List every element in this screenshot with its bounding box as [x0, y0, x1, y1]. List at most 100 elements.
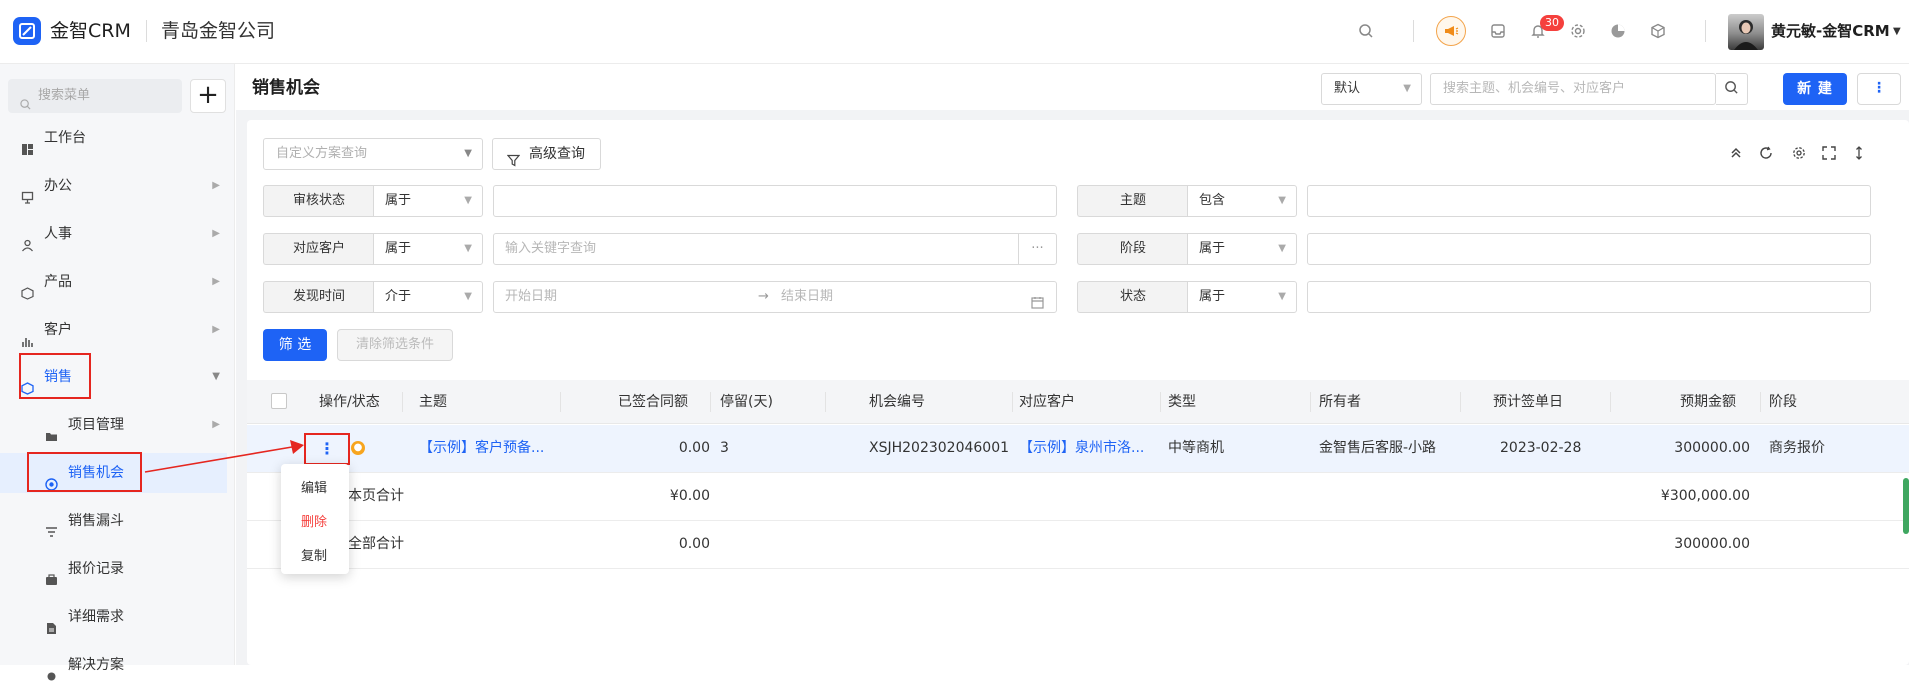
page-total-amount: ¥300,000.00	[1660, 488, 1750, 504]
highlight-box	[27, 452, 142, 492]
more-button[interactable]: ⋮	[1857, 73, 1901, 105]
gear-icon[interactable]	[1567, 20, 1589, 42]
range-arrow: →	[758, 289, 769, 304]
filter-op-stage[interactable]: 属于 ▼	[1187, 233, 1297, 265]
sidebar-search-input[interactable]: 搜索菜单	[8, 79, 182, 113]
filter-input-subject[interactable]	[1307, 185, 1871, 217]
filter-input-customer[interactable]: 输入关键字查询	[493, 233, 1019, 265]
cube-icon	[21, 276, 34, 300]
filter-op-audit-status[interactable]: 属于 ▼	[373, 185, 483, 217]
chevron-down-icon: ▼	[1278, 291, 1286, 302]
sidebar-item-workbench[interactable]: 工作台	[0, 118, 234, 158]
filter-input-status[interactable]	[1307, 281, 1871, 313]
column-divider	[1160, 392, 1161, 412]
filter-op-status[interactable]: 属于 ▼	[1187, 281, 1297, 313]
customer-picker-button[interactable]: ···	[1018, 233, 1057, 265]
date-range-input[interactable]: 开始日期 → 结束日期	[493, 281, 1057, 313]
chart-icon[interactable]	[1607, 20, 1629, 42]
box-icon[interactable]	[1647, 20, 1669, 42]
start-date-placeholder[interactable]: 开始日期	[505, 282, 557, 312]
sidebar-item-label: 客户	[44, 322, 72, 338]
filter-label-discover-time: 发现时间	[263, 281, 374, 313]
cell-subject[interactable]: 【示例】客户预备...	[419, 425, 544, 472]
chevron-down-icon: ▼	[464, 243, 472, 254]
table-row[interactable]: 【示例】客户预备... 0.00 3 XSJH202302046001 【示例】…	[247, 425, 1909, 473]
filter-label-status: 状态	[1077, 281, 1188, 313]
sidebar-item-label: 项目管理	[68, 417, 124, 433]
end-date-placeholder[interactable]: 结束日期	[781, 282, 833, 312]
search-button[interactable]	[1716, 73, 1748, 105]
new-button[interactable]: 新 建	[1783, 73, 1847, 105]
scrollbar[interactable]	[1903, 478, 1909, 534]
column-header-stage[interactable]: 阶段	[1769, 380, 1797, 424]
dashboard-icon	[21, 132, 34, 155]
column-header-type[interactable]: 类型	[1168, 380, 1196, 424]
filter-op-subject[interactable]: 包含 ▼	[1187, 185, 1297, 217]
filter-input-stage[interactable]	[1307, 233, 1871, 265]
sidebar-item-label: 解决方案	[68, 657, 124, 673]
menu-item-copy[interactable]: 复制	[301, 545, 327, 564]
avatar[interactable]	[1728, 14, 1764, 50]
column-header-action: 操作/状态	[319, 394, 380, 410]
select-all-checkbox[interactable]	[271, 393, 287, 409]
all-total-signed: 0.00	[678, 536, 710, 552]
column-header-subject[interactable]: 主题	[419, 380, 447, 424]
column-header-amount[interactable]: 预期金额	[1680, 380, 1736, 424]
people-icon	[21, 228, 34, 252]
scheme-select[interactable]: 自定义方案查询 ▼	[263, 138, 483, 170]
fullscreen-icon[interactable]	[1822, 146, 1836, 160]
column-header-stay[interactable]: 停留(天)	[720, 380, 773, 424]
filter-label-customer: 对应客户	[263, 233, 374, 265]
collapse-icon[interactable]	[1729, 146, 1743, 160]
column-header-signed[interactable]: 已签合同额	[618, 380, 688, 424]
filter-button[interactable]: 筛 选	[263, 329, 327, 361]
cell-customer[interactable]: 【示例】泉州市洛...	[1019, 425, 1144, 472]
view-select-value: 默认	[1334, 81, 1361, 96]
company-name[interactable]: 青岛金智公司	[161, 17, 275, 45]
divider	[1705, 20, 1706, 42]
sidebar-item-hr[interactable]: 人事 ▶	[0, 214, 234, 254]
search-icon[interactable]	[1355, 20, 1377, 42]
all-total-label: 全部合计	[348, 536, 404, 552]
refresh-icon[interactable]	[1759, 146, 1773, 160]
sidebar-item-customer[interactable]: 客户 ▶	[0, 310, 234, 350]
view-select[interactable]: 默认 ▼	[1321, 73, 1422, 105]
column-header-code[interactable]: 机会编号	[869, 380, 925, 424]
sidebar-item-product[interactable]: 产品 ▶	[0, 262, 234, 302]
user-name[interactable]: 黄元敏-金智CRM	[1771, 20, 1890, 42]
app-logo-icon[interactable]	[13, 17, 41, 45]
table-row-all-total: 全部合计 0.00 300000.00	[247, 521, 1909, 569]
sidebar-item-solution[interactable]: 解决方案	[0, 645, 234, 685]
clear-filter-button[interactable]: 清除筛选条件	[337, 329, 453, 361]
column-header-date[interactable]: 预计签单日	[1493, 380, 1563, 424]
settings-icon[interactable]	[1792, 146, 1806, 160]
cell-signed: 0.00	[678, 440, 710, 456]
sidebar-item-funnel[interactable]: 销售漏斗	[0, 501, 234, 541]
divider	[1413, 20, 1414, 42]
sidebar-item-requirement[interactable]: 详细需求	[0, 597, 234, 637]
sidebar-add-button[interactable]: +	[190, 79, 226, 113]
search-icon	[1724, 80, 1739, 99]
row-height-icon[interactable]	[1852, 146, 1866, 160]
inbox-icon[interactable]	[1487, 20, 1509, 42]
bar-chart-icon	[21, 324, 34, 347]
menu-item-delete[interactable]: 删除	[301, 511, 327, 530]
menu-item-edit[interactable]: 编辑	[301, 477, 327, 496]
sidebar-item-quote[interactable]: 报价记录	[0, 549, 234, 589]
column-divider	[825, 392, 826, 412]
table-row-page-total: 本页合计 ¥0.00 ¥300,000.00	[247, 473, 1909, 521]
annotation-arrow	[144, 440, 304, 473]
filter-input-audit-status[interactable]	[493, 185, 1057, 217]
sidebar-item-office[interactable]: 办公 ▶	[0, 166, 234, 206]
sidebar-item-label: 办公	[44, 178, 72, 194]
cell-owner: 金智售后客服-小路	[1319, 440, 1437, 456]
promo-icon[interactable]	[1436, 16, 1466, 46]
filter-op-customer[interactable]: 属于 ▼	[373, 233, 483, 265]
filter-op-discover-time[interactable]: 介于 ▼	[373, 281, 483, 313]
column-header-customer[interactable]: 对应客户	[1019, 380, 1075, 424]
cell-amount: 300000.00	[1674, 440, 1750, 456]
advanced-query-button[interactable]: 高级查询	[492, 138, 601, 170]
column-header-owner[interactable]: 所有者	[1319, 380, 1361, 424]
chevron-down-icon[interactable]: ▼	[1893, 26, 1901, 37]
header-search-input[interactable]: 搜索主题、机会编号、对应客户	[1430, 73, 1716, 105]
